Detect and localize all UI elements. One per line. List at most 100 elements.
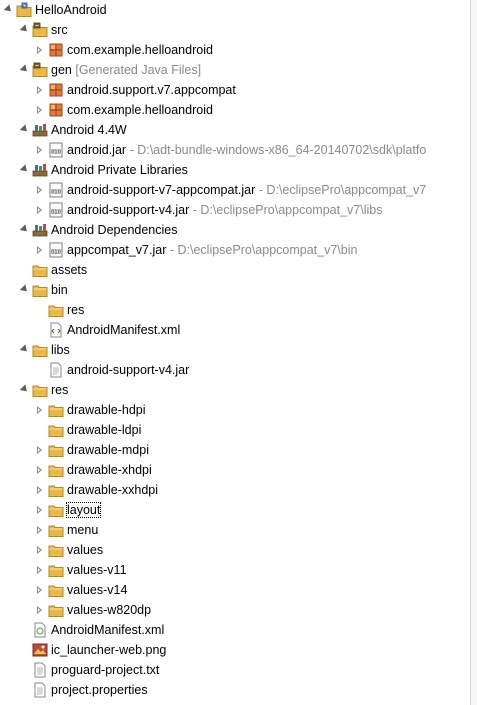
collapsed-arrow-icon[interactable] (34, 560, 46, 580)
tree-row[interactable]: android.support.v7.appcompat (0, 80, 471, 100)
tree-row[interactable]: 010 android-support-v4.jar - D:\eclipsePr… (0, 200, 471, 220)
folder-icon (32, 262, 48, 278)
tree-item-label: values-v14 (67, 583, 127, 597)
collapsed-arrow-icon[interactable] (34, 500, 46, 520)
collapsed-arrow-icon[interactable] (34, 400, 46, 420)
item-name: Android Dependencies (51, 223, 178, 237)
tree-row[interactable]: drawable-xhdpi (0, 460, 471, 480)
tree-row[interactable]: AndroidManifest.xml (0, 320, 471, 340)
tree-row[interactable]: libs (0, 340, 471, 360)
java-project-icon (16, 2, 32, 18)
tree-item-label: res (51, 383, 68, 397)
tree-item-label: gen [Generated Java Files] (51, 63, 201, 77)
tree-item-label: drawable-ldpi (67, 423, 141, 437)
tree-row[interactable]: com.example.helloandroid (0, 40, 471, 60)
tree-row[interactable]: proguard-project.txt (0, 660, 471, 680)
tree-item-label: drawable-mdpi (67, 443, 149, 457)
collapsed-arrow-icon[interactable] (34, 100, 46, 120)
tree-row[interactable]: layout (0, 500, 471, 520)
tree-row[interactable]: drawable-hdpi (0, 400, 471, 420)
folder-icon (48, 502, 64, 518)
collapsed-arrow-icon[interactable] (34, 580, 46, 600)
tree-row[interactable]: ic_launcher-web.png (0, 640, 471, 660)
tree-item-label: android.support.v7.appcompat (67, 83, 236, 97)
collapsed-arrow-icon[interactable] (34, 520, 46, 540)
folder-icon (48, 462, 64, 478)
tree-row[interactable]: menu (0, 520, 471, 540)
expanded-arrow-icon[interactable] (18, 280, 30, 300)
expanded-arrow-icon[interactable] (18, 380, 30, 400)
tree-row[interactable]: res (0, 380, 471, 400)
tree-row[interactable]: res (0, 300, 471, 320)
folder-icon (48, 422, 64, 438)
source-folder-icon (32, 22, 48, 38)
tree-row[interactable]: drawable-mdpi (0, 440, 471, 460)
tree-item-label: values-w820dp (67, 603, 151, 617)
collapsed-arrow-icon[interactable] (34, 440, 46, 460)
tree-item-label: layout (65, 502, 102, 518)
expanded-arrow-icon[interactable] (18, 60, 30, 80)
tree-row[interactable]: assets (0, 260, 471, 280)
collapsed-arrow-icon[interactable] (34, 480, 46, 500)
item-name: android-support-v4.jar (67, 363, 190, 377)
collapsed-arrow-icon[interactable] (34, 40, 46, 60)
collapsed-arrow-icon[interactable] (34, 180, 46, 200)
library-icon (32, 162, 48, 178)
collapsed-arrow-icon[interactable] (34, 80, 46, 100)
item-name: proguard-project.txt (51, 663, 160, 677)
expanded-arrow-icon[interactable] (18, 20, 30, 40)
collapsed-arrow-icon[interactable] (34, 140, 46, 160)
expanded-arrow-icon[interactable] (18, 220, 30, 240)
tree-row[interactable]: Android Dependencies (0, 220, 471, 240)
expanded-arrow-icon[interactable] (18, 120, 30, 140)
tree-row[interactable]: values-w820dp (0, 600, 471, 620)
tree-row[interactable]: bin (0, 280, 471, 300)
item-decoration: [Generated Java Files] (75, 63, 202, 77)
item-decoration: - D:\eclipsePro\appcompat_v7 (258, 183, 427, 197)
tree-item-label: src (51, 23, 68, 37)
tree-item-label: Android 4.4W (51, 123, 127, 137)
collapsed-arrow-icon[interactable] (34, 460, 46, 480)
collapsed-arrow-icon[interactable] (34, 540, 46, 560)
tree-row[interactable]: project.properties (0, 680, 471, 700)
item-name: drawable-mdpi (67, 443, 149, 457)
collapsed-arrow-icon[interactable] (34, 240, 46, 260)
tree-row[interactable]: drawable-ldpi (0, 420, 471, 440)
tree-row[interactable]: gen [Generated Java Files] (0, 60, 471, 80)
tree-row[interactable]: 010 android.jar - D:\adt-bundle-windows-x… (0, 140, 471, 160)
tree-item-label: appcompat_v7.jar - D:\eclipsePro\appcomp… (67, 243, 357, 257)
text-file-icon (32, 662, 48, 678)
tree-row[interactable]: values (0, 540, 471, 560)
tree-row[interactable]: src (0, 20, 471, 40)
collapsed-arrow-icon[interactable] (34, 600, 46, 620)
tree-row[interactable]: values-v11 (0, 560, 471, 580)
item-name: appcompat_v7.jar (67, 243, 167, 257)
expanded-arrow-icon[interactable] (18, 160, 30, 180)
item-name: values-v14 (67, 583, 128, 597)
folder-icon (48, 482, 64, 498)
tree-row[interactable]: android-support-v4.jar (0, 360, 471, 380)
tree-item-label: res (67, 303, 84, 317)
tree-row[interactable]: drawable-xxhdpi (0, 480, 471, 500)
expanded-arrow-icon[interactable] (18, 340, 30, 360)
item-name: AndroidManifest.xml (67, 323, 181, 337)
tree-item-label: AndroidManifest.xml (51, 623, 164, 637)
tree-row[interactable]: Android 4.4W (0, 120, 471, 140)
folder-icon (48, 602, 64, 618)
collapsed-arrow-icon[interactable] (34, 200, 46, 220)
item-name: AndroidManifest.xml (51, 623, 165, 637)
tree-row[interactable]: 010 appcompat_v7.jar - D:\eclipsePro\appc… (0, 240, 471, 260)
vertical-scrollbar-edge[interactable] (470, 0, 477, 705)
tree-row[interactable]: com.example.helloandroid (0, 100, 471, 120)
tree-row[interactable]: AndroidManifest.xml (0, 620, 471, 640)
tree-row[interactable]: values-v14 (0, 580, 471, 600)
tree-row[interactable]: HelloAndroid (0, 0, 471, 20)
tree-row[interactable]: Android Private Libraries (0, 160, 471, 180)
folder-icon (32, 382, 48, 398)
tree-item-label: values-v11 (67, 563, 127, 577)
expanded-arrow-icon[interactable] (2, 0, 14, 20)
tree-row[interactable]: 010 android-support-v7-appcompat.jar - D:… (0, 180, 471, 200)
tree-item-label: project.properties (51, 683, 148, 697)
